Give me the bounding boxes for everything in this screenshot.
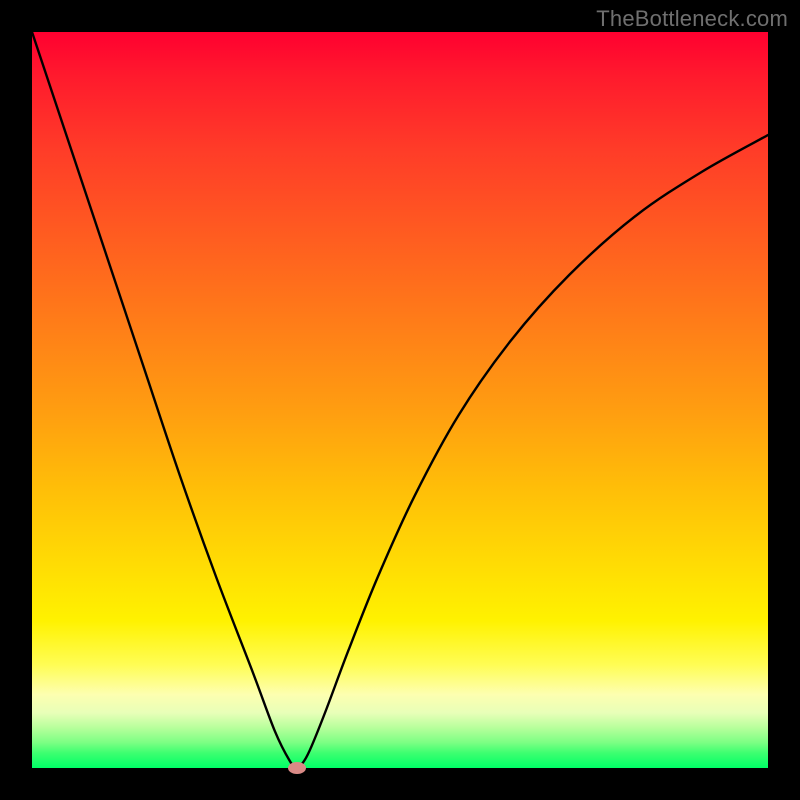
chart-curve [32, 32, 768, 768]
chart-frame: TheBottleneck.com [0, 0, 800, 800]
bottleneck-curve [32, 32, 768, 768]
watermark-text: TheBottleneck.com [596, 6, 788, 32]
chart-plot-area [32, 32, 768, 768]
minimum-marker [288, 762, 306, 774]
